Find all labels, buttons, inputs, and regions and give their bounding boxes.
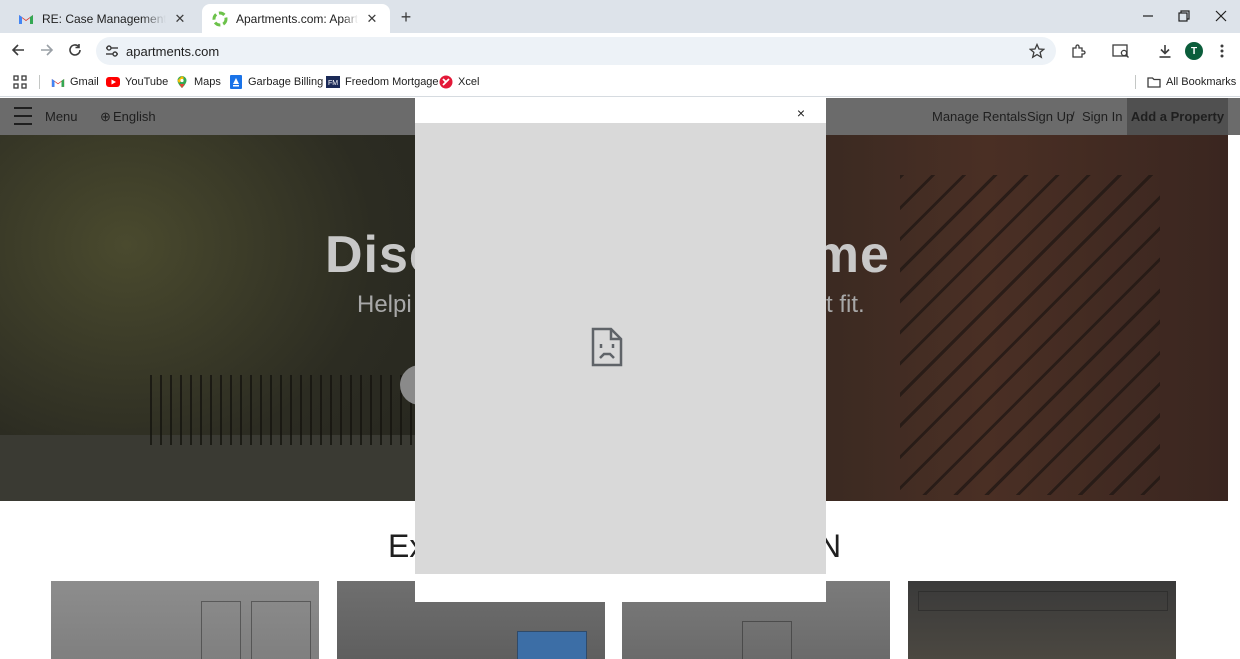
new-tab-icon[interactable]: + <box>396 7 416 27</box>
back-icon[interactable] <box>7 39 29 61</box>
close-tab-icon[interactable]: ✕ <box>172 11 188 27</box>
bookmark-maps[interactable]: Maps <box>175 73 221 91</box>
browser-toolbar: apartments.com <box>0 33 1240 68</box>
bookmark-label: YouTube <box>125 76 169 88</box>
profile-avatar[interactable]: T <box>1185 42 1203 60</box>
bookmark-freedom-mortgage[interactable]: FM Freedom Mortgage <box>326 73 439 91</box>
gmail-icon <box>18 11 34 27</box>
all-bookmarks[interactable]: All Bookmarks <box>1147 73 1236 91</box>
sad-document-icon <box>591 327 623 367</box>
site-info-icon[interactable] <box>104 43 120 59</box>
bookmark-label: All Bookmarks <box>1166 76 1237 88</box>
bookmarks-bar: Gmail YouTube Maps Garbage Billing FM Fr… <box>0 68 1240 97</box>
folder-icon <box>1147 75 1161 89</box>
svg-text:FM: FM <box>328 80 338 87</box>
popup-modal: × <box>415 98 826 602</box>
address-bar[interactable]: apartments.com <box>96 37 1056 65</box>
close-window-icon[interactable] <box>1209 5 1233 27</box>
bookmark-gmail[interactable]: Gmail <box>51 73 99 91</box>
modal-overlay: × <box>0 98 1240 659</box>
tab-title: Apartments.com: Apartments and Homes for… <box>236 11 358 26</box>
bookmarks-divider <box>1135 75 1136 89</box>
download-icon[interactable] <box>1155 41 1175 61</box>
bookmark-youtube[interactable]: YouTube <box>106 73 168 91</box>
bookmark-star-icon[interactable] <box>1028 42 1046 60</box>
embedded-frame <box>415 123 826 574</box>
apartments-favicon <box>212 11 228 27</box>
maps-icon <box>175 75 189 89</box>
extensions-icon[interactable] <box>1068 41 1088 61</box>
freedom-mortgage-icon: FM <box>326 75 340 89</box>
xcel-icon <box>439 75 453 89</box>
document-icon <box>229 75 243 89</box>
bookmark-label: Gmail <box>70 76 99 88</box>
apps-grid-icon[interactable] <box>13 73 27 91</box>
tab-apartments[interactable]: Apartments.com: Apartments and Homes for… <box>202 4 390 33</box>
youtube-icon <box>106 75 120 89</box>
more-menu-icon[interactable] <box>1212 41 1232 61</box>
minimize-icon[interactable] <box>1136 5 1160 27</box>
restore-icon[interactable] <box>1172 5 1196 27</box>
bookmark-label: Xcel <box>458 76 480 88</box>
forward-icon[interactable] <box>36 39 58 61</box>
tab-gmail[interactable]: RE: Case Management - Case 16 ✕ <box>8 4 198 33</box>
tab-search-icon[interactable] <box>1111 41 1131 61</box>
bookmarks-divider <box>39 75 40 89</box>
close-tab-icon[interactable]: ✕ <box>364 11 380 27</box>
close-icon[interactable]: × <box>793 105 809 121</box>
tab-strip: RE: Case Management - Case 16 ✕ Apartmen… <box>0 0 1240 33</box>
bookmark-xcel[interactable]: Xcel <box>439 73 479 91</box>
url-text[interactable]: apartments.com <box>126 44 219 59</box>
bookmark-garbage-billing[interactable]: Garbage Billing <box>229 73 323 91</box>
bookmark-label: Garbage Billing <box>248 76 324 88</box>
page-content: Menu ⊕ English Manage Rentals Sign Up / … <box>0 98 1240 659</box>
reload-icon[interactable] <box>64 39 86 61</box>
gmail-icon <box>51 75 65 89</box>
bookmark-label: Maps <box>194 76 221 88</box>
bookmark-label: Freedom Mortgage <box>345 76 439 88</box>
tab-title: RE: Case Management - Case 16 <box>42 11 166 26</box>
